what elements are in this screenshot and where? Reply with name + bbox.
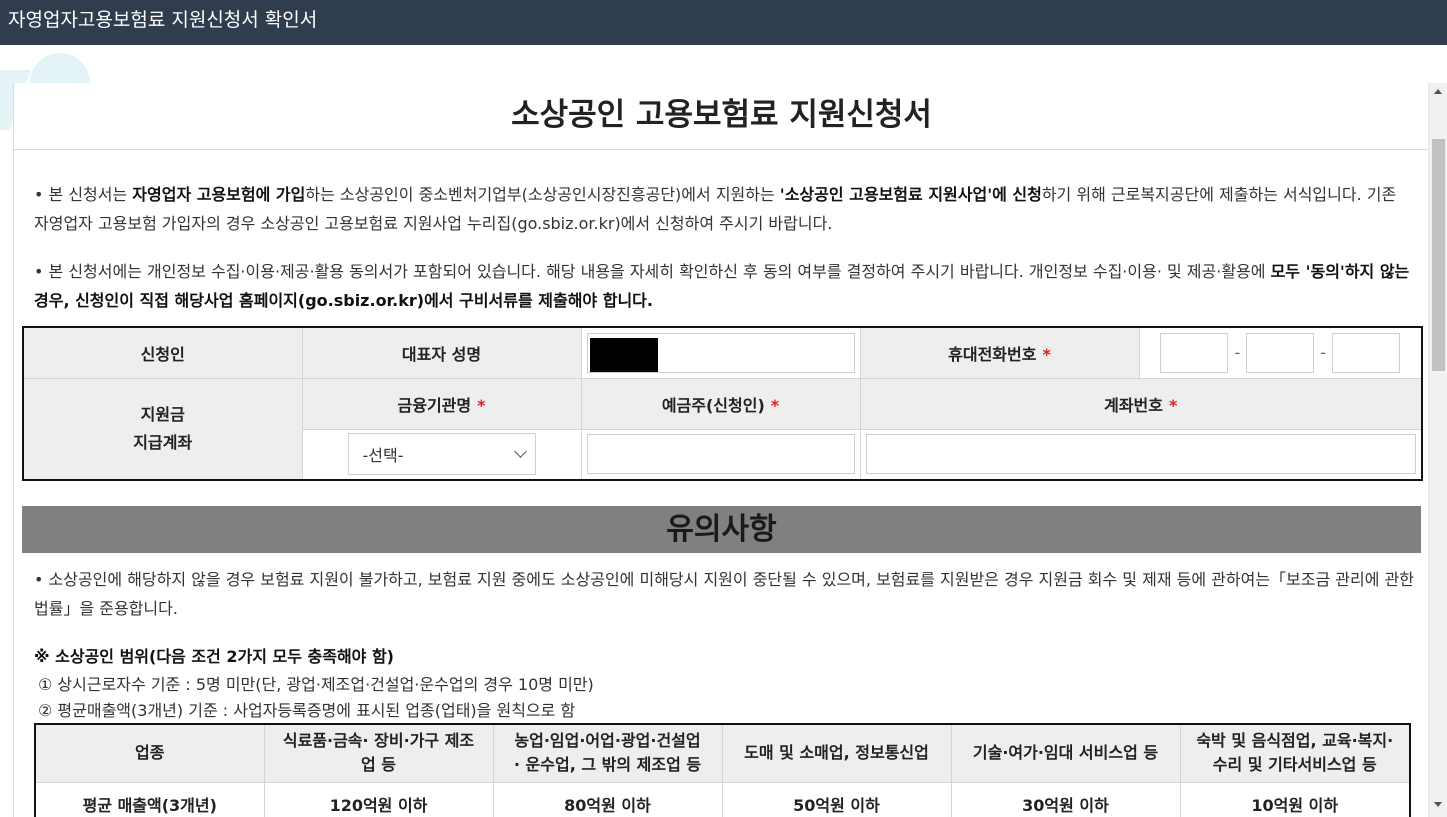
account-section-label-line-1: 지원금: [140, 404, 185, 424]
required-mark: *: [1169, 395, 1178, 415]
table-header-cell: 업종: [34, 723, 265, 783]
text-run: • 본 신청서는: [34, 185, 133, 204]
rep-name-cell: [580, 326, 861, 379]
window-title: 자영업자고용보험료 지원신청서 확인서: [8, 9, 318, 31]
holder-field[interactable]: [586, 434, 855, 475]
phone-dash-2: -: [1320, 343, 1327, 363]
holder-label-cell: 예금주(신청인) *: [580, 377, 861, 430]
scroll-down-arrow-icon[interactable]: [1434, 802, 1442, 807]
table-header-cell: 식료품·금속· 장비·가구 제조업 등: [263, 723, 494, 783]
document-title: 소상공인 고용보험료 지원신청서: [511, 97, 932, 133]
required-mark: *: [770, 395, 780, 415]
header-line: · 운수업, 그 밖의 제조업 등: [513, 755, 702, 775]
phone-field-1[interactable]: [1160, 332, 1229, 373]
redacted-name: [589, 337, 658, 372]
header-line: 기술·여가·임대 서비스업 등: [972, 743, 1159, 763]
table-header-cell: 농업·임업·어업·광업·건설업 · 운수업, 그 밖의 제조업 등: [492, 723, 723, 783]
table-header-cell: 도매 및 소매업, 정보통신업: [721, 723, 952, 783]
bank-label: 금융기관명: [397, 395, 472, 415]
phone-field-3[interactable]: [1332, 332, 1401, 373]
header-line: 숙박 및 음식점업, 교육·복지·: [1196, 731, 1394, 751]
phone-label: 휴대전화번호: [948, 344, 1037, 364]
table-row: 평균 매출액(3개년) 120억원 이하 80억원 이하 50억원 이하 30억원 이하…: [34, 781, 1411, 817]
required-mark: *: [1042, 344, 1051, 364]
scrollbar-thumb[interactable]: [1432, 139, 1445, 371]
phone-cell: - -: [1138, 326, 1423, 379]
text-run: '소상공인 고용보험료 지원사업'에 신청: [779, 185, 1042, 204]
document-frame[interactable]: 소상공인 고용보험료 지원신청서 • 본 신청서는 자영업자 고용보험에 가입하…: [13, 83, 1428, 817]
holder-label: 예금주(신청인): [661, 395, 765, 415]
business-scope-table: 업종 식료품·금속· 장비·가구 제조업 등 농업·임업·어업·광업·건설업 · 운수…: [34, 723, 1411, 817]
table-cell: 80억원 이하: [492, 781, 723, 817]
phone-label-cell: 휴대전화번호 *: [859, 326, 1140, 379]
table-cell: 평균 매출액(3개년): [34, 781, 265, 817]
criterion-1: ① 상시근로자수 기준 : 5명 미만(단, 광업·제조업·건설업·운수업의 경…: [38, 675, 594, 694]
rep-name-field[interactable]: [586, 332, 855, 373]
account-number-field[interactable]: [865, 434, 1416, 475]
table-cell: 50억원 이하: [721, 781, 952, 817]
vertical-scrollbar[interactable]: [1428, 83, 1447, 817]
applicant-label: 신청인: [22, 326, 303, 379]
text-run: • 본 신청서에는 개인정보 수집·이용·제공·활용 동의서가 포함되어 있습니…: [34, 262, 1271, 281]
intro-paragraph-1: • 본 신청서는 자영업자 고용보험에 가입하는 소상공인이 중소벤처기업부(소…: [34, 180, 1414, 238]
table-header-cell: 숙박 및 음식점업, 교육·복지· 수리 및 기타서비스업 등: [1179, 723, 1411, 783]
rep-name-label: 대표자 성명: [301, 326, 582, 379]
bank-select-value: -선택-: [362, 446, 404, 466]
window-title-bar: 자영업자고용보험료 지원신청서 확인서: [0, 0, 1447, 45]
header-line: 도매 및 소매업, 정보통신업: [744, 743, 929, 763]
header-line: 수리 및 기타서비스업 등: [1212, 755, 1377, 775]
bank-label-cell: 금융기관명 *: [301, 377, 582, 430]
application-form-table: 신청인 대표자 성명 휴대전화번호 * - - 지원금 지급계좌 금융기관명 *…: [22, 326, 1423, 481]
required-mark: *: [477, 395, 486, 415]
title-divider: [14, 149, 1428, 150]
intro-paragraph-2: • 본 신청서에는 개인정보 수집·이용·제공·활용 동의서가 포함되어 있습니…: [34, 257, 1414, 315]
bank-select-cell: -선택-: [301, 428, 582, 481]
table-cell: 120억원 이하: [263, 781, 494, 817]
notice-header: 유의사항: [22, 506, 1421, 553]
phone-field-2[interactable]: [1246, 332, 1315, 373]
header-line: 농업·임업·어업·광업·건설업: [514, 731, 701, 751]
scroll-up-arrow-icon[interactable]: [1434, 89, 1442, 94]
bank-select[interactable]: -선택-: [347, 433, 536, 476]
account-section-label-line-2: 지급계좌: [133, 432, 193, 452]
header-line: 업종: [135, 743, 165, 763]
criterion-2: ② 평균매출액(3개년) 기준 : 사업자등록증명에 표시된 업종(업태)을 원…: [38, 701, 576, 720]
header-line: 업 등: [360, 755, 396, 775]
table-cell: 10억원 이하: [1179, 781, 1411, 817]
table-header-cell: 기술·여가·임대 서비스업 등: [950, 723, 1181, 783]
table-cell: 30억원 이하: [950, 781, 1181, 817]
table-header-row: 업종 식료품·금속· 장비·가구 제조업 등 농업·임업·어업·광업·건설업 · 운수…: [34, 723, 1411, 783]
account-section-label: 지원금 지급계좌: [22, 377, 303, 481]
header-line: 식료품·금속· 장비·가구 제조: [282, 731, 475, 751]
notice-text: • 소상공인에 해당하지 않을 경우 보험료 지원이 불가하고, 보험료 지원 …: [34, 570, 1414, 618]
phone-dash-1: -: [1234, 343, 1241, 363]
account-cell: [859, 428, 1423, 481]
text-run: 자영업자 고용보험에 가입: [132, 185, 306, 204]
account-label-cell: 계좌번호 *: [859, 377, 1423, 430]
account-label: 계좌번호: [1104, 395, 1163, 415]
chevron-down-icon: [513, 445, 527, 459]
holder-cell: [580, 428, 861, 481]
text-run: 하는 소상공인이 중소벤처기업부(소상공인시장진흥공단)에서 지원하는: [305, 185, 780, 204]
scope-title: ※ 소상공인 범위(다음 조건 2가지 모두 충족해야 함): [34, 647, 394, 666]
